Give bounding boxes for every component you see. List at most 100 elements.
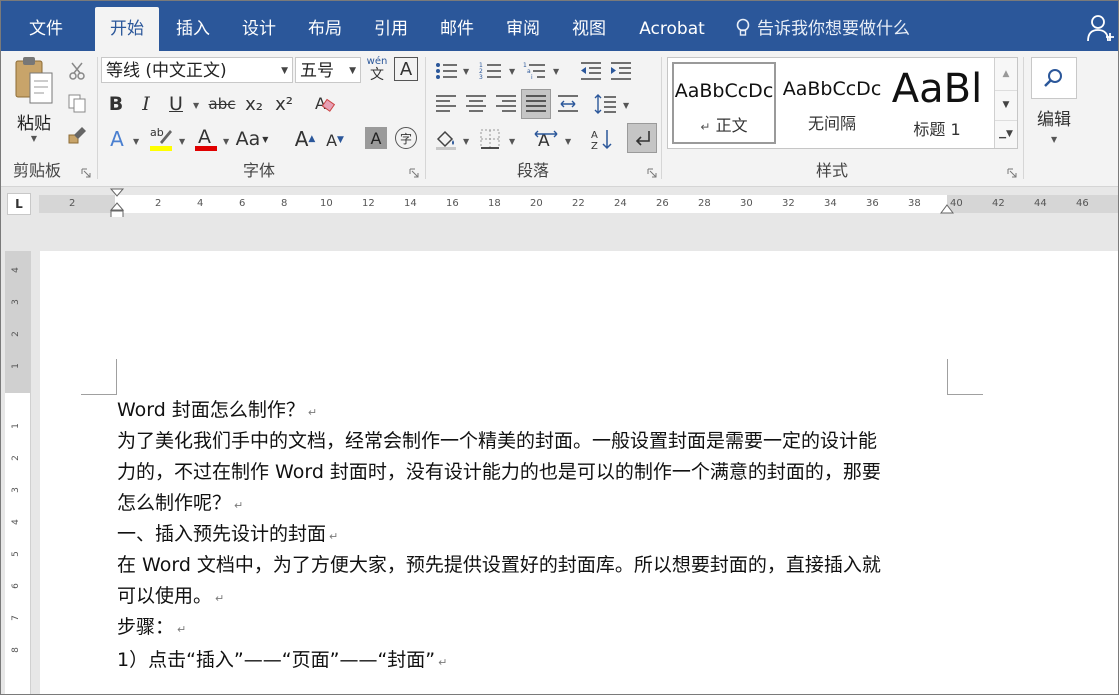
strikethrough-button[interactable]: abc [207,91,237,117]
paste-dropdown-arrow[interactable]: ▼ [31,134,37,143]
clipboard-icon [15,57,53,104]
tab-file[interactable]: 文件 [13,7,79,51]
font-color-button[interactable]: A [193,123,219,153]
sort-icon[interactable]: AZ [589,125,615,153]
italic-button[interactable]: I [135,91,157,117]
group-separator [1023,57,1024,179]
more-styles-icon[interactable]: ▁▼ [995,120,1017,149]
tab-layout[interactable]: 布局 [293,7,357,51]
ruler-tick: 42 [992,198,1005,209]
chinese-layout-icon[interactable]: A [531,125,561,153]
search-icon[interactable] [1031,57,1077,99]
copy-icon[interactable] [65,91,89,115]
styles-launcher-icon[interactable] [1007,168,1017,178]
text-line: 力的，不过在制作 Word 封面时，没有设计能力的也是可以的制作一个满意的封面的… [117,461,881,483]
text-effects-button[interactable]: A [105,125,129,153]
share-person-icon[interactable] [1084,1,1118,51]
format-painter-icon[interactable] [65,123,89,147]
chevron-down-icon[interactable]: ▼ [463,137,469,146]
grow-font-button[interactable]: A ▲ [293,125,317,153]
document-paragraph[interactable]: 一、插入预先设计的封面 ↵ [117,519,957,552]
chevron-down-icon[interactable]: ▼ [565,137,571,146]
highlight-color-button[interactable]: ab [147,123,175,153]
change-case-button[interactable]: Aa ▼ [235,125,269,153]
font-launcher-icon[interactable] [409,168,419,178]
ribbon-home: 粘贴 ▼ 剪贴板 等线 (中文正文) ▼ 五号 ▼ wén 文 A B I U ▼ a… [1,51,1118,187]
chevron-down-icon[interactable]: ▼ [509,67,515,76]
style-heading-1[interactable]: AaBl 标题 1 [888,62,986,144]
chevron-down-icon[interactable]: ▼ [1051,135,1057,144]
character-shading-button[interactable]: A [365,127,387,149]
chevron-down-icon[interactable]: ▼ [553,67,559,76]
subscript-button[interactable]: x₂ [241,91,267,117]
ruler-tick: 3 [10,299,21,305]
tab-design[interactable]: 设计 [227,7,291,51]
shading-icon[interactable] [433,125,459,153]
underline-button[interactable]: U [165,91,187,117]
decrease-indent-icon[interactable] [577,59,605,83]
superscript-button[interactable]: x² [271,91,297,117]
enclose-characters-button[interactable]: 字 [395,127,417,149]
horizontal-ruler[interactable]: 2 2 4 6 8 10 12 14 16 18 20 22 24 26 28 … [39,195,1118,213]
distributed-icon[interactable] [555,91,581,117]
ruler-tick: 38 [908,198,921,209]
line-text: 步骤： [117,616,175,638]
tab-insert[interactable]: 插入 [161,7,225,51]
ruler-tick: 46 [1076,198,1089,209]
tab-home[interactable]: 开始 [95,7,159,51]
tab-acrobat[interactable]: Acrobat [627,7,717,51]
paste-button[interactable]: 粘贴 ▼ [9,55,59,151]
tab-selector[interactable]: L [7,193,31,215]
chevron-down-icon[interactable]: ▼ [223,137,229,146]
style-normal[interactable]: AaBbCcDc ↵ 正文 [672,62,776,144]
change-case-label: Aa [235,128,261,150]
tell-me-search[interactable]: 告诉我你想要做什么 [735,7,910,51]
clear-formatting-icon[interactable]: A [311,91,337,117]
vertical-ruler[interactable]: 4 3 2 1 1 2 3 4 5 6 7 8 [5,251,31,694]
tab-references[interactable]: 引用 [359,7,423,51]
chevron-down-icon[interactable]: ▼ [133,137,139,146]
justify-icon[interactable] [521,89,551,119]
chevron-down-icon[interactable]: ▼ [509,137,515,146]
chevron-down-icon[interactable]: ▼ [623,101,629,110]
right-indent-marker[interactable] [939,203,955,217]
style-no-spacing[interactable]: AaBbCcDc 无间隔 [780,62,884,144]
paste-label: 粘贴 [17,114,51,134]
increase-indent-icon[interactable] [607,59,635,83]
tab-view[interactable]: 视图 [557,7,621,51]
document-paragraph[interactable]: 1）点击“插入”——“页面”——“封面” ↵ [117,645,957,678]
crop-mark-right [947,359,983,395]
align-left-icon[interactable] [433,91,459,117]
document-paragraph[interactable]: 步骤： ↵ [117,612,957,645]
chevron-down-icon[interactable]: ▼ [179,137,185,146]
align-right-icon[interactable] [493,91,519,117]
numbering-icon[interactable]: 123 [477,59,505,83]
line-spacing-icon[interactable] [593,91,619,117]
chevron-down-icon[interactable]: ▼ [193,101,199,110]
tab-mailings[interactable]: 邮件 [425,7,489,51]
bold-button[interactable]: B [105,91,127,117]
align-center-icon[interactable] [463,91,489,117]
shrink-font-button[interactable]: A ▼ [323,127,347,153]
chevron-down-icon[interactable]: ▼ [463,67,469,76]
borders-icon[interactable] [477,125,503,153]
character-border-button[interactable]: A [394,57,418,81]
cut-icon[interactable] [65,59,89,83]
scroll-down-icon[interactable]: ▼ [995,90,1017,119]
scroll-up-icon[interactable]: ▲ [995,60,1017,88]
bullets-icon[interactable] [433,59,461,83]
document-paragraph[interactable]: Word 封面怎么制作？ ↵ [117,395,957,428]
tab-review[interactable]: 审阅 [491,7,555,51]
editing-button[interactable]: 编辑 [1027,105,1081,130]
font-name-combo[interactable]: 等线 (中文正文) ▼ [101,57,293,83]
phonetic-guide-button[interactable]: wén 文 [365,55,389,85]
document-paragraph[interactable]: 在 Word 文档中，为了方便大家，预先提供设置好的封面库。所以想要封面的，直接… [117,550,957,614]
font-size-combo[interactable]: 五号 ▼ [295,57,361,83]
paragraph-launcher-icon[interactable] [647,168,657,178]
phonetic-guide-bottom: 文 [370,67,384,83]
show-marks-icon[interactable] [627,123,657,153]
multilevel-list-icon[interactable]: 1ai [521,59,549,83]
document-paragraph[interactable]: 为了美化我们手中的文档，经常会制作一个精美的封面。一般设置封面是需要一定的设计能… [117,426,957,521]
group-separator [97,57,98,179]
clipboard-launcher-icon[interactable] [81,168,91,178]
